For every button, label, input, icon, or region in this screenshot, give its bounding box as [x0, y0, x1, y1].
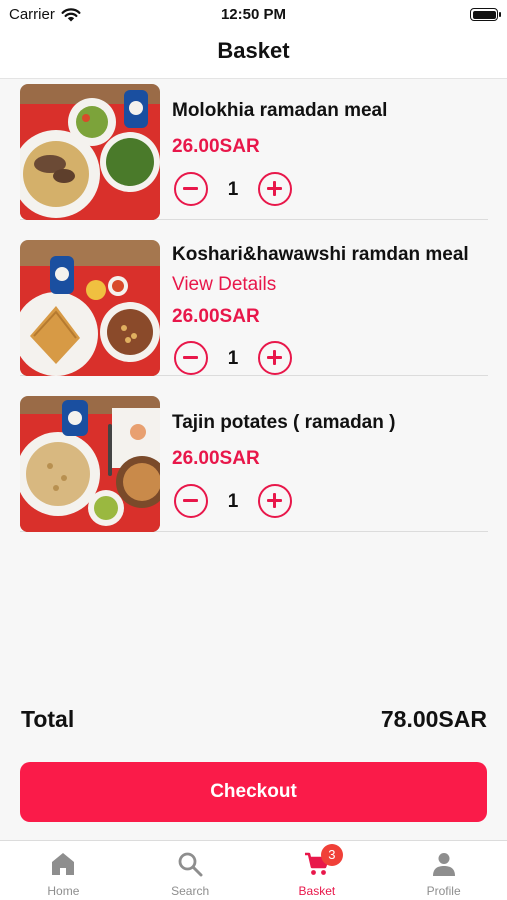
cart-count-badge: 3	[320, 844, 343, 866]
tab-search[interactable]: Search	[127, 841, 254, 900]
person-icon	[432, 853, 455, 876]
item-name: Molokhia ramadan meal	[172, 100, 388, 121]
total-label: Total	[21, 706, 75, 732]
quantity-stepper: 1	[172, 172, 292, 206]
item-price: 26.00SAR	[172, 136, 260, 157]
navigation-bar: Basket	[0, 30, 507, 79]
item-image	[20, 240, 160, 376]
total-value: 78.00SAR	[380, 706, 487, 732]
tab-profile-label: Profile	[426, 884, 461, 898]
decrease-quantity-button[interactable]	[174, 172, 208, 206]
decrease-quantity-button[interactable]	[174, 484, 208, 518]
quantity-value: 1	[227, 179, 239, 200]
item-price: 26.00SAR	[172, 448, 260, 469]
tab-home-label: Home	[47, 884, 80, 898]
tab-bar: Home Search 3 Basket Profile	[0, 840, 507, 900]
item-name: Koshari&hawawshi ramdan meal	[172, 244, 469, 265]
tab-search-label: Search	[171, 884, 210, 898]
tab-basket[interactable]: 3 Basket	[254, 841, 381, 900]
increase-quantity-button[interactable]	[258, 172, 292, 206]
basket-item: Tajin potates ( ramadan ) 26.00SAR 1	[20, 392, 488, 532]
status-time: 12:50 PM	[220, 6, 287, 23]
item-image	[20, 396, 160, 532]
quantity-stepper: 1	[172, 484, 292, 518]
increase-quantity-button[interactable]	[258, 484, 292, 518]
quantity-value: 1	[227, 491, 239, 512]
basket-item: Molokhia ramadan meal 26.00SAR 1	[20, 80, 488, 220]
search-icon	[178, 852, 203, 877]
view-details-link[interactable]: View Details	[172, 274, 276, 296]
increase-quantity-button[interactable]	[258, 341, 292, 375]
item-image	[20, 84, 160, 220]
decrease-quantity-button[interactable]	[174, 341, 208, 375]
quantity-stepper: 1	[172, 341, 292, 375]
checkout-button[interactable]: Checkout	[20, 762, 487, 822]
basket-item: Koshari&hawawshi ramdan meal View Detail…	[20, 236, 488, 376]
home-icon	[52, 853, 75, 875]
status-bar: Carrier 12:50 PM	[0, 0, 507, 30]
tab-basket-label: Basket	[298, 884, 336, 898]
tab-profile[interactable]: Profile	[380, 841, 507, 900]
item-price: 26.00SAR	[172, 306, 260, 327]
tab-home[interactable]: Home	[0, 841, 127, 900]
battery-icon	[470, 8, 501, 21]
quantity-value: 1	[227, 348, 239, 369]
page-title: Basket	[217, 38, 290, 63]
item-name: Tajin potates ( ramadan )	[172, 412, 396, 433]
